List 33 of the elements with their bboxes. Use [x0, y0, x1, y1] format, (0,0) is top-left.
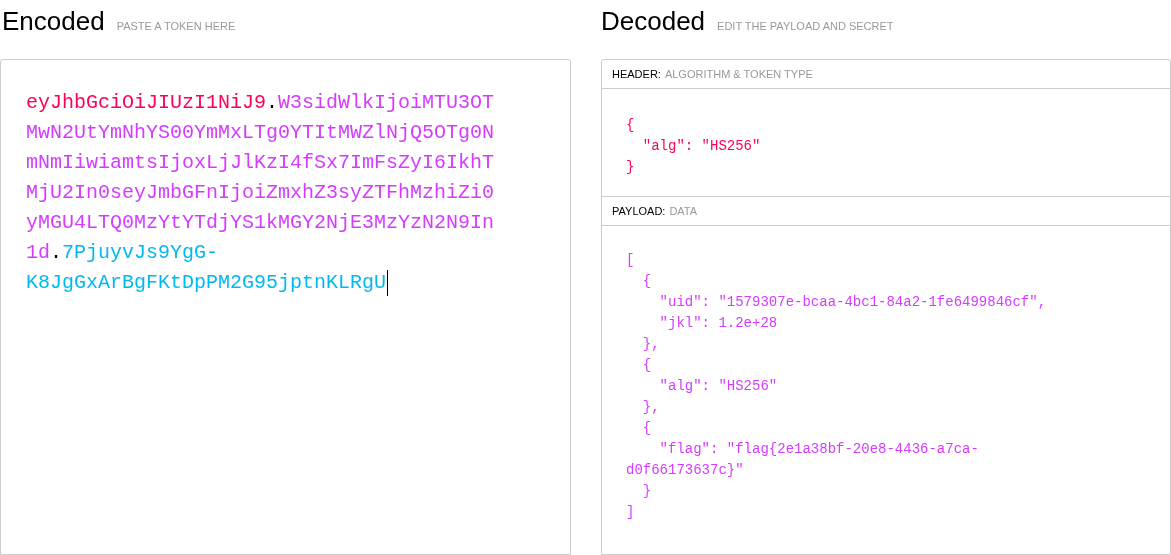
section-label: HEADER:	[612, 66, 661, 82]
section-sublabel: ALGORITHM & TOKEN TYPE	[664, 66, 813, 82]
panel-title: Encoded	[2, 5, 105, 38]
json-line: },	[641, 335, 660, 354]
json-line: "flag": "flag{2e1a38bf-20e8-4436-a7ca-	[658, 440, 979, 459]
token-line: MjU2In0seyJmbGFnIjoiZmxhZ3syZTFhMzhiZi0	[26, 180, 496, 206]
section-sublabel: DATA	[669, 203, 698, 219]
panel-hint: PASTE A TOKEN HERE	[116, 19, 236, 34]
json-line: "alg": "HS256"	[658, 377, 778, 396]
json-line: }	[626, 158, 635, 177]
json-line: {	[626, 116, 635, 135]
json-line: "alg": "HS256"	[641, 137, 761, 156]
token-line: K8JgGxArBgFKtDpPM2G95jptnKLRgU	[26, 269, 390, 298]
json-line: },	[641, 398, 660, 417]
token-line: eyJhbGciOiJIUzI1NiJ9.W3sidWlkIjoiMTU3OT	[26, 90, 496, 116]
json-line: "uid": "1579307e-bcaa-4bc1-84a2-1fe6499846cf",	[658, 293, 1047, 312]
json-line: "jkl": 1.2e+28	[658, 314, 778, 333]
token-line: 1d.7PjuyvJs9YgG-	[26, 240, 220, 266]
json-line: }	[641, 482, 652, 501]
json-line: ]	[626, 503, 635, 522]
json-line: {	[641, 419, 652, 438]
json-line: d0f66173637c}"	[626, 461, 744, 480]
token-line: MwN2UtYmNhYS00YmMxLTg0YTItMWZlNjQ5OTg0N	[26, 120, 496, 146]
json-line: {	[641, 272, 652, 291]
token-line: yMGU4LTQ0MzYtYTdjYS1kMGY2NjE3MzYzN2N9In	[26, 210, 496, 236]
token-input[interactable]	[0, 59, 571, 555]
json-line: [	[626, 251, 635, 270]
token-line: mNmIiwiamtsIjoxLjJlKzI4fSx7ImFsZyI6IkhT	[26, 150, 496, 176]
text-cursor	[387, 270, 389, 296]
json-line: {	[641, 356, 652, 375]
panel-hint: EDIT THE PAYLOAD AND SECRET	[717, 19, 894, 34]
panel-title: Decoded	[601, 5, 706, 38]
section-label: PAYLOAD:	[612, 203, 666, 219]
